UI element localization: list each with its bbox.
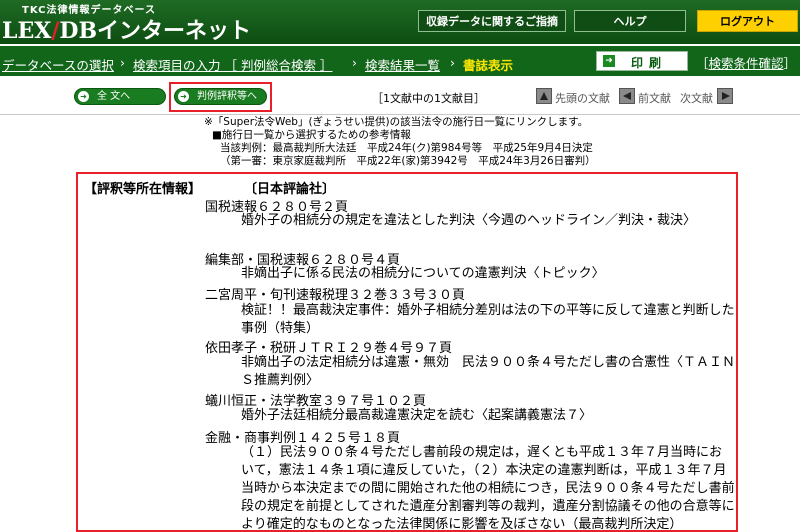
triangle-left-icon: [623, 92, 631, 100]
print-button[interactable]: ➜ 印刷: [596, 51, 688, 71]
prev-doc-label[interactable]: 前文献: [638, 90, 671, 106]
entry-title: 非嫡出子に係る民法の相続分についての違憲判決〈トピック〉: [241, 266, 605, 281]
logout-button[interactable]: ログアウト: [697, 10, 798, 32]
bracket-close: ］: [783, 56, 797, 71]
brand-db: DBインターネット: [59, 18, 252, 44]
info-heading: ■施行日一覧から選択するための参考情報: [212, 129, 411, 141]
info-first-instance: （第一審：東京家庭裁判所 平成22年(家)第3942号 平成24年3月26日審判…: [220, 155, 596, 167]
fulltext-button[interactable]: ➜ 全 文へ: [74, 88, 166, 105]
hyoshaku-button[interactable]: ➜ 判例評釈等へ: [174, 88, 267, 105]
breadcrumb-db-select[interactable]: データベースの選択: [2, 55, 114, 74]
brand-logo[interactable]: LEX/DBインターネット: [2, 13, 251, 45]
entry-title: 検証！！最高裁決定事件：婚外子相続分差別は法の下の平等に反して違憲と判断した事例…: [241, 303, 735, 336]
breadcrumb-result-list[interactable]: 検索結果一覧: [365, 55, 440, 74]
breadcrumb-separator: ›: [450, 55, 455, 70]
hyoshaku-section: 【評釈等所在情報】 〔日本評論社〕 国税速報６２８０号２頁 婚外子の相続分の規定…: [76, 172, 738, 532]
breadcrumb-separator: ›: [120, 55, 125, 70]
section-title: 【評釈等所在情報】: [84, 182, 202, 197]
help-button[interactable]: ヘルプ: [574, 10, 686, 32]
arrow-right-icon: ➜: [78, 91, 89, 102]
divider: [0, 114, 800, 115]
info-note: ※「Super法令Web」(ぎょうせい提供)の該当法令の施行日一覧にリンクします…: [204, 116, 589, 128]
entry-title: 非嫡出子の法定相続分は違憲・無効 民法９００条４号ただし書の合憲性〈ＴＡＩＮＳ推…: [241, 355, 736, 388]
first-doc-button[interactable]: [536, 88, 552, 104]
search-condition-link[interactable]: ［検索条件確認］: [696, 53, 796, 72]
first-doc-label[interactable]: 先頭の文献: [555, 90, 610, 106]
next-doc-button[interactable]: [717, 88, 733, 104]
entry-title: （１）民法９００条４号ただし書前段の規定は，遅くとも平成１３年７月当時において，…: [241, 445, 735, 532]
next-doc-label[interactable]: 次文献: [680, 90, 713, 106]
breadcrumb-current: 書誌表示: [463, 58, 514, 73]
entry-title: 婚外子の相続分の規定を違法とした判決〈今週のヘッドライン／判決・裁決〉: [241, 213, 697, 228]
brand-lex: LEX: [2, 18, 52, 44]
section-publisher: 〔日本評論社〕: [244, 182, 336, 197]
print-button-label: 印刷: [631, 56, 668, 70]
info-case: 当該判例：最高裁判所大法廷 平成24年(ク)第984号等 平成25年9月4日決定: [220, 142, 593, 154]
prev-doc-button[interactable]: [619, 88, 635, 104]
arrow-right-icon: ➜: [178, 91, 189, 102]
document-count: ［1文献中の1文献目］: [372, 92, 485, 105]
entry-source: 二宮周平・旬刊速報税理３２巻３３号３０頁: [205, 288, 466, 303]
hyoshaku-button-label: 判例評釈等へ: [197, 91, 257, 102]
app-header: TKC法律情報データベース LEX/DBインターネット 収録データに関するご指摘…: [0, 0, 800, 44]
bracket-open: ［: [696, 56, 709, 71]
feedback-button[interactable]: 収録データに関するご指摘: [418, 10, 566, 32]
entry-title: 婚外子法廷相続分最高裁違憲決定を読む〈起案講義憲法７〉: [241, 408, 593, 423]
breadcrumb-search-input[interactable]: 検索項目の入力 ［ 判例総合検索 ］: [133, 55, 332, 74]
fulltext-button-label: 全 文へ: [97, 91, 131, 102]
triangle-right-icon: [722, 92, 730, 100]
breadcrumb-separator: ›: [352, 55, 357, 70]
arrow-right-icon: ➜: [603, 55, 615, 67]
triangle-up-icon: [540, 92, 548, 100]
search-condition-label: 検索条件確認: [708, 56, 784, 71]
